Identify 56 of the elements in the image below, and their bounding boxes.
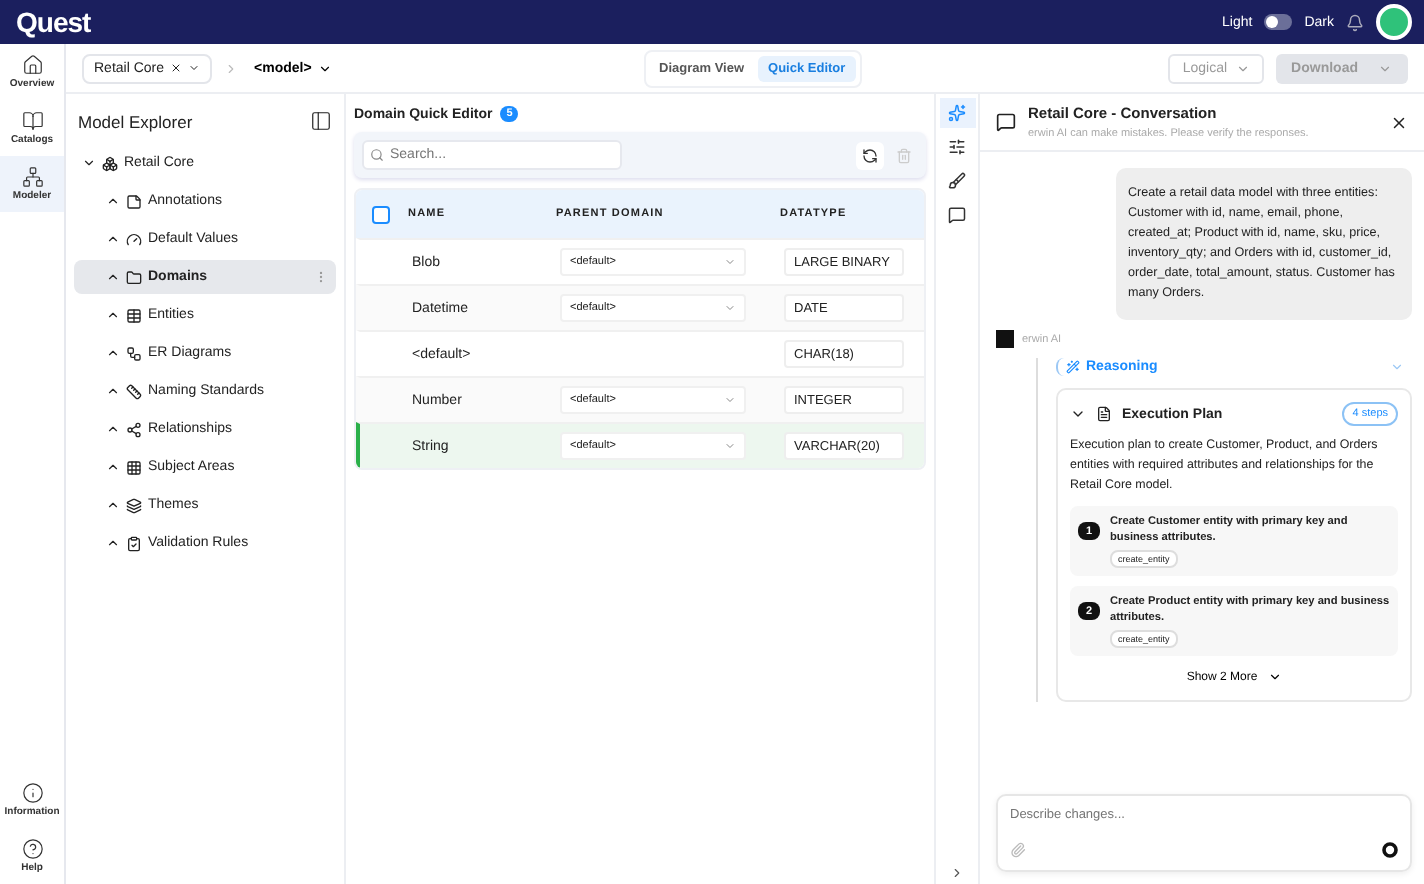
caret-icon[interactable] <box>82 156 96 170</box>
layers-icon <box>126 497 142 513</box>
expand-icon[interactable] <box>950 866 964 880</box>
caret-icon[interactable] <box>106 422 120 436</box>
refresh-icon[interactable] <box>856 141 884 169</box>
close-icon[interactable] <box>1390 113 1408 131</box>
chevron-icon <box>224 61 239 75</box>
caret-icon[interactable] <box>1070 406 1086 422</box>
caret-icon[interactable] <box>106 346 120 360</box>
caret-icon[interactable] <box>106 270 120 284</box>
caret-icon[interactable] <box>106 498 120 512</box>
caret-icon[interactable] <box>106 308 120 322</box>
caret-icon <box>317 61 332 75</box>
home-icon <box>21 54 43 76</box>
send-icon[interactable] <box>1382 842 1398 858</box>
ruler-icon <box>126 383 142 399</box>
grid-icon <box>126 459 142 475</box>
diagram-icon <box>126 345 142 361</box>
caret-icon <box>1378 61 1392 75</box>
caret-icon[interactable] <box>106 536 120 550</box>
panel-title: Model Explorer <box>78 111 193 131</box>
folder-icon <box>126 269 142 285</box>
ai-avatar <box>996 330 1014 348</box>
caret-icon[interactable] <box>106 232 120 246</box>
panel-toggle-icon[interactable] <box>310 110 332 132</box>
caret-icon[interactable] <box>106 460 120 474</box>
document-icon <box>1096 406 1112 422</box>
paperclip-icon[interactable] <box>1010 842 1026 858</box>
theme-toggle[interactable] <box>1264 14 1293 30</box>
caret-icon <box>724 394 736 406</box>
bell-icon[interactable] <box>1346 13 1364 31</box>
wand-icon <box>1066 360 1080 374</box>
chat-icon <box>996 112 1016 132</box>
hierarchy-icon <box>21 166 43 188</box>
logo: Quest <box>16 6 91 38</box>
select-all-checkbox[interactable] <box>372 205 390 223</box>
clipboard-icon <box>126 535 142 551</box>
share-icon <box>126 421 142 437</box>
gauge-icon <box>126 231 142 247</box>
avatar[interactable] <box>1376 4 1412 40</box>
caret-icon <box>724 440 736 452</box>
cubes-icon <box>102 155 118 171</box>
caret-icon[interactable] <box>106 194 120 208</box>
caret-icon <box>1267 670 1282 684</box>
caret-icon[interactable] <box>106 384 120 398</box>
info-icon <box>21 782 43 804</box>
book-icon <box>21 110 43 132</box>
note-icon <box>126 193 142 209</box>
close-icon[interactable] <box>170 62 183 74</box>
table-icon <box>126 307 142 323</box>
caret-icon <box>724 302 736 314</box>
help-icon <box>21 838 43 860</box>
caret-icon <box>724 256 736 268</box>
search-icon <box>370 148 384 162</box>
caret-icon <box>1235 61 1250 75</box>
caret-icon <box>1390 360 1404 374</box>
